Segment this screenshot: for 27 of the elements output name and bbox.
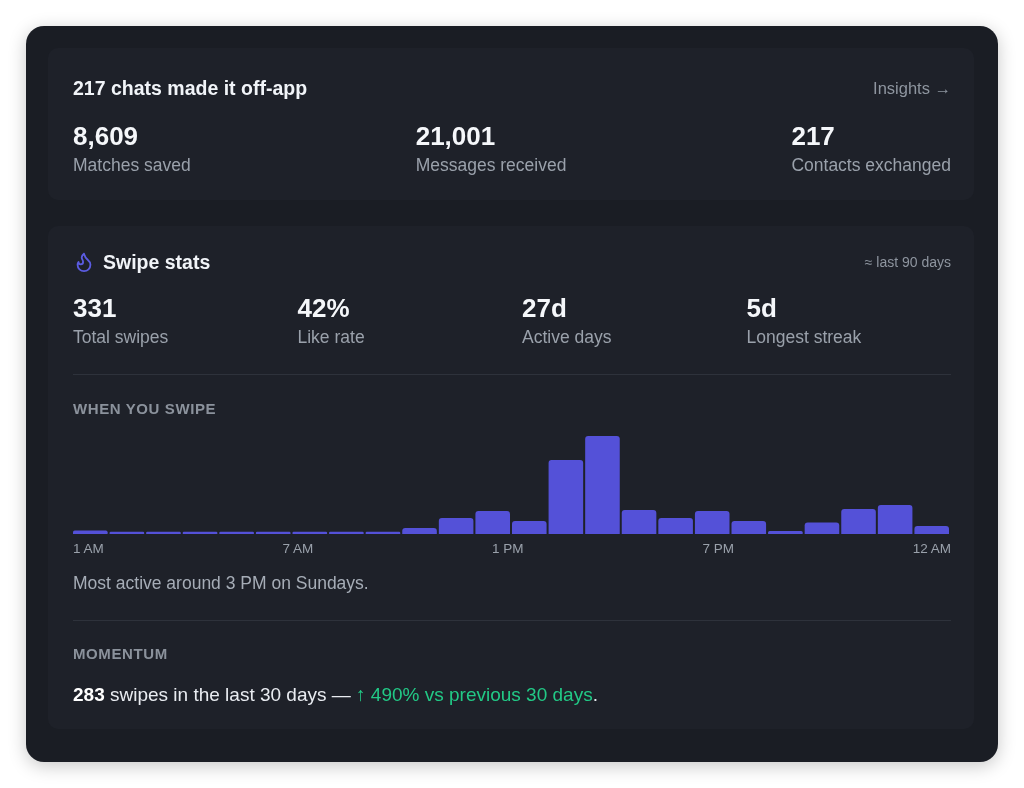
stat-label: Total swipes xyxy=(73,327,170,348)
stat-label: Messages received xyxy=(415,155,567,176)
stat-label: Like rate xyxy=(297,327,366,348)
axis-label: 1 PM xyxy=(492,541,524,557)
section-heading: WHEN YOU SWIPE xyxy=(73,400,218,418)
insights-link[interactable]: Insights → xyxy=(873,78,951,98)
section-heading: MOMENTUM xyxy=(73,645,169,663)
axis-label: 7 AM xyxy=(282,541,314,557)
stat-value: 21,001 xyxy=(415,122,497,151)
panel-title: Swipe stats xyxy=(103,250,211,274)
momentum-summary: 283 swipes in the last 30 days — ↑ 490% vs previous 30 days. xyxy=(73,684,599,706)
stat-label: Contacts exchanged xyxy=(791,155,951,176)
period-label: ≈ last 90 days xyxy=(864,253,951,271)
stat-value: 27d xyxy=(522,294,568,323)
stat-label: Active days xyxy=(522,327,613,348)
axis-label: 12 AM xyxy=(912,541,951,557)
panel-title: 217 chats made it off-app xyxy=(73,76,308,100)
stat-label: Longest streak xyxy=(746,327,863,348)
axis-label: 7 PM xyxy=(702,541,734,557)
activity-note: Most active around 3 PM on Sundays. xyxy=(73,573,370,593)
stat-value: 217 xyxy=(791,122,836,151)
stat-value: 331 xyxy=(73,294,118,323)
stat-value: 5d xyxy=(746,294,778,323)
stat-value: 42% xyxy=(297,294,351,323)
axis-label: 1 AM xyxy=(73,541,104,557)
stat-label: Matches saved xyxy=(73,155,191,176)
stat-value: 8,609 xyxy=(73,122,140,151)
